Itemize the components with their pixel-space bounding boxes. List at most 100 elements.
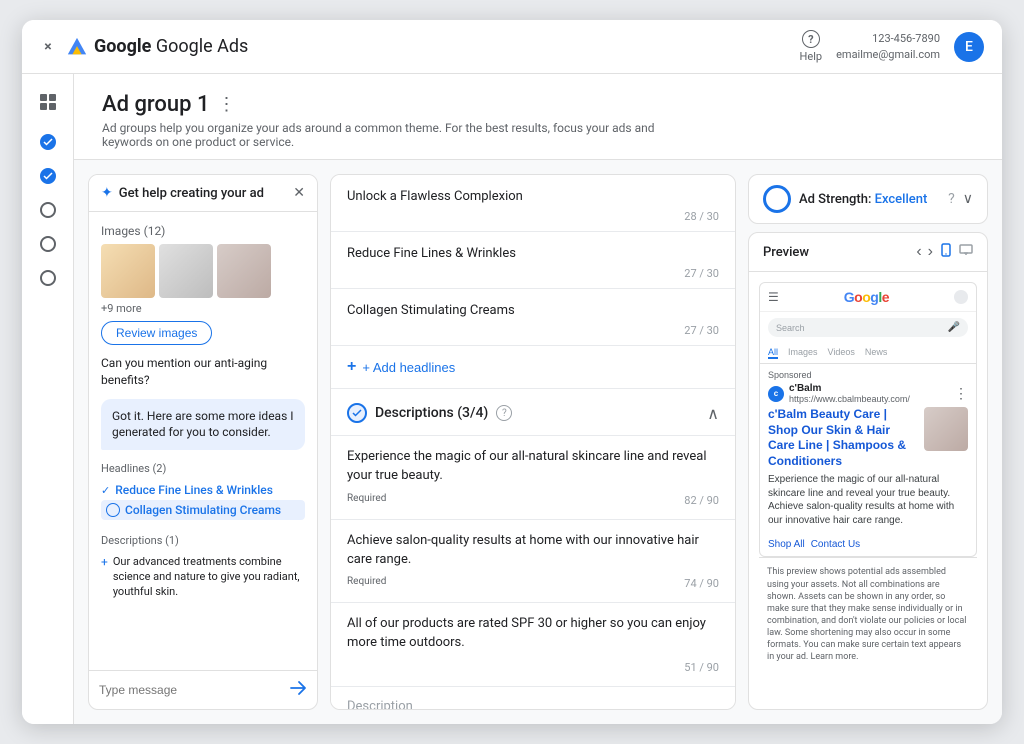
page-title-row: Ad group 1 ⋮ bbox=[102, 92, 974, 117]
headlines-section-label: Headlines (2) bbox=[101, 462, 305, 475]
page-header: Ad group 1 ⋮ Ad groups help you organize… bbox=[74, 74, 1002, 160]
mock-ad-info: c'Balm https://www.cbalmbeauty.com/ bbox=[789, 383, 949, 404]
mock-nav-news: News bbox=[865, 347, 888, 359]
prev-button[interactable]: ‹ bbox=[916, 243, 921, 261]
headline-char-count-1: 28 / 30 bbox=[684, 210, 719, 223]
headline-item-1[interactable]: ✓ Reduce Fine Lines & Wrinkles bbox=[101, 480, 305, 500]
images-label: Images (12) bbox=[101, 224, 305, 238]
ad-strength-card: Ad Strength: Excellent ? ∨ bbox=[748, 174, 988, 224]
close-chat-button[interactable]: ✕ bbox=[293, 185, 305, 201]
close-button[interactable]: × bbox=[40, 39, 56, 55]
top-bar: × Google Google Ads ? Help 123-456-7890 … bbox=[22, 20, 1002, 74]
sidebar-nav-step-4[interactable] bbox=[40, 236, 56, 252]
descriptions-section-label: Descriptions (1) bbox=[101, 534, 305, 547]
ad-strength-info-icon[interactable]: ? bbox=[948, 191, 955, 207]
image-thumbnail-2 bbox=[159, 244, 213, 298]
chat-header: ✦ Get help creating your ad ✕ bbox=[89, 175, 317, 212]
desc-placeholder: Description bbox=[347, 699, 719, 710]
ai-response-bubble: Got it. Here are some more ideas I gener… bbox=[101, 399, 305, 451]
description-row-3[interactable]: All of our products are rated SPF 30 or … bbox=[331, 603, 735, 687]
headline-char-count-3: 27 / 30 bbox=[684, 324, 719, 337]
preview-body: ☰ Google Search 🎤 bbox=[749, 272, 987, 709]
mock-search-bar: Search 🎤 bbox=[768, 318, 968, 337]
help-button[interactable]: ? Help bbox=[800, 30, 823, 63]
headline-text-1: Reduce Fine Lines & Wrinkles bbox=[115, 483, 273, 497]
more-options-icon[interactable]: ⋮ bbox=[217, 94, 235, 115]
sidebar-nav bbox=[22, 74, 74, 724]
mock-ad-header: c c'Balm https://www.cbalmbeauty.com/ ⋮ bbox=[768, 383, 968, 404]
desc-char-count-1: 82 / 90 bbox=[684, 494, 719, 507]
mock-sitelink-1: Shop All bbox=[768, 539, 805, 550]
google-ads-logo-icon bbox=[66, 36, 88, 58]
desktop-icon[interactable] bbox=[959, 243, 973, 261]
chat-input[interactable] bbox=[99, 683, 283, 697]
mock-profile-icon bbox=[954, 290, 968, 304]
ad-strength-value: Excellent bbox=[875, 192, 928, 207]
preview-panel: Ad Strength: Excellent ? ∨ Preview ‹ › bbox=[748, 174, 988, 710]
mock-favicon: c bbox=[768, 386, 784, 402]
desc-field-text-2: Achieve salon-quality results at home wi… bbox=[347, 532, 719, 570]
description-row-1[interactable]: Experience the magic of our all-natural … bbox=[331, 436, 735, 520]
headline-field-text-3: Collagen Stimulating Creams bbox=[347, 303, 719, 318]
review-images-button[interactable]: Review images bbox=[101, 321, 212, 345]
mock-hamburger-icon: ☰ bbox=[768, 290, 779, 304]
mock-mic-icon: 🎤 bbox=[948, 322, 960, 333]
headline-row-2[interactable]: Reduce Fine Lines & Wrinkles 27 / 30 bbox=[331, 232, 735, 289]
add-headlines-label: + Add headlines bbox=[362, 360, 455, 375]
descriptions-header: Descriptions (3/4) ? ∧ bbox=[331, 389, 735, 436]
sidebar-nav-step-5[interactable] bbox=[40, 270, 56, 286]
sparkle-icon: ✦ bbox=[101, 185, 113, 201]
user-avatar[interactable]: E bbox=[954, 32, 984, 62]
google-text: Google bbox=[94, 36, 151, 57]
mock-sitelink-2: Contact Us bbox=[811, 539, 860, 550]
descriptions-list: Experience the magic of our all-natural … bbox=[331, 436, 735, 687]
headline-text-2: Collagen Stimulating Creams bbox=[125, 503, 281, 517]
next-button[interactable]: › bbox=[928, 243, 933, 261]
add-headlines-button[interactable]: + + Add headlines bbox=[347, 358, 455, 376]
ad-strength-text: Ad Strength: Excellent bbox=[799, 192, 940, 207]
headline-field-text-1: Unlock a Flawless Complexion bbox=[347, 189, 719, 204]
headline-char-count-2: 27 / 30 bbox=[684, 267, 719, 280]
plus-icon: + bbox=[101, 555, 108, 569]
headline-row-3[interactable]: Collagen Stimulating Creams 27 / 30 bbox=[331, 289, 735, 346]
headline-row-1[interactable]: Unlock a Flawless Complexion 28 / 30 bbox=[331, 175, 735, 232]
desc-required-badge-2: Required bbox=[347, 576, 386, 587]
main-layout: Ad group 1 ⋮ Ad groups help you organize… bbox=[22, 74, 1002, 724]
description-row-2[interactable]: Achieve salon-quality results at home wi… bbox=[331, 520, 735, 604]
sidebar-nav-step-3[interactable] bbox=[40, 202, 56, 218]
ads-text: Google Ads bbox=[156, 36, 248, 57]
preview-label: Preview bbox=[763, 245, 809, 260]
desc-item-chat: + Our advanced treatments combine scienc… bbox=[101, 552, 305, 603]
mock-top-bar: ☰ Google bbox=[760, 283, 976, 312]
panels: ✦ Get help creating your ad ✕ Images (12… bbox=[74, 160, 1002, 724]
sidebar-nav-icon-grid[interactable] bbox=[34, 88, 62, 116]
descriptions-section-chat: Descriptions (1) + Our advanced treatmen… bbox=[101, 534, 305, 603]
mock-search-text: Search bbox=[776, 323, 805, 333]
mock-nav-bar: All Images Videos News bbox=[760, 343, 976, 364]
desc-text-chat: Our advanced treatments combine science … bbox=[113, 555, 305, 600]
preview-nav: ‹ › bbox=[916, 243, 973, 261]
headline-item-2-active[interactable]: Collagen Stimulating Creams bbox=[101, 500, 305, 520]
chat-question: Can you mention our anti-aging benefits? bbox=[101, 355, 305, 389]
images-section: Images (12) +9 more Review images bbox=[101, 224, 305, 345]
images-row bbox=[101, 244, 305, 298]
descriptions-info-icon[interactable]: ? bbox=[496, 405, 512, 421]
add-headlines-row: + + Add headlines bbox=[331, 346, 735, 389]
desc-char-count-2: 74 / 90 bbox=[684, 577, 719, 590]
ad-strength-expand-icon[interactable]: ∨ bbox=[963, 191, 973, 207]
middle-panel: Unlock a Flawless Complexion 28 / 30 Red… bbox=[330, 174, 736, 710]
user-phone: 123-456-7890 bbox=[836, 31, 940, 46]
descriptions-collapse-icon[interactable]: ∧ bbox=[707, 404, 719, 423]
sidebar-nav-step-1[interactable] bbox=[40, 134, 56, 150]
send-button[interactable] bbox=[289, 679, 307, 701]
description-empty-field: Description 0 / 90 bbox=[331, 687, 735, 710]
desc-check-circle bbox=[347, 403, 367, 423]
mock-nav-images: Images bbox=[788, 347, 818, 359]
descriptions-title: Descriptions (3/4) bbox=[375, 405, 488, 421]
mobile-icon[interactable] bbox=[939, 243, 953, 261]
cursor-dot-icon bbox=[106, 503, 120, 517]
chat-title: Get help creating your ad bbox=[119, 186, 264, 201]
mock-nav-all: All bbox=[768, 347, 778, 359]
user-info: 123-456-7890 emailme@gmail.com bbox=[836, 31, 940, 62]
sidebar-nav-step-2[interactable] bbox=[40, 168, 56, 184]
